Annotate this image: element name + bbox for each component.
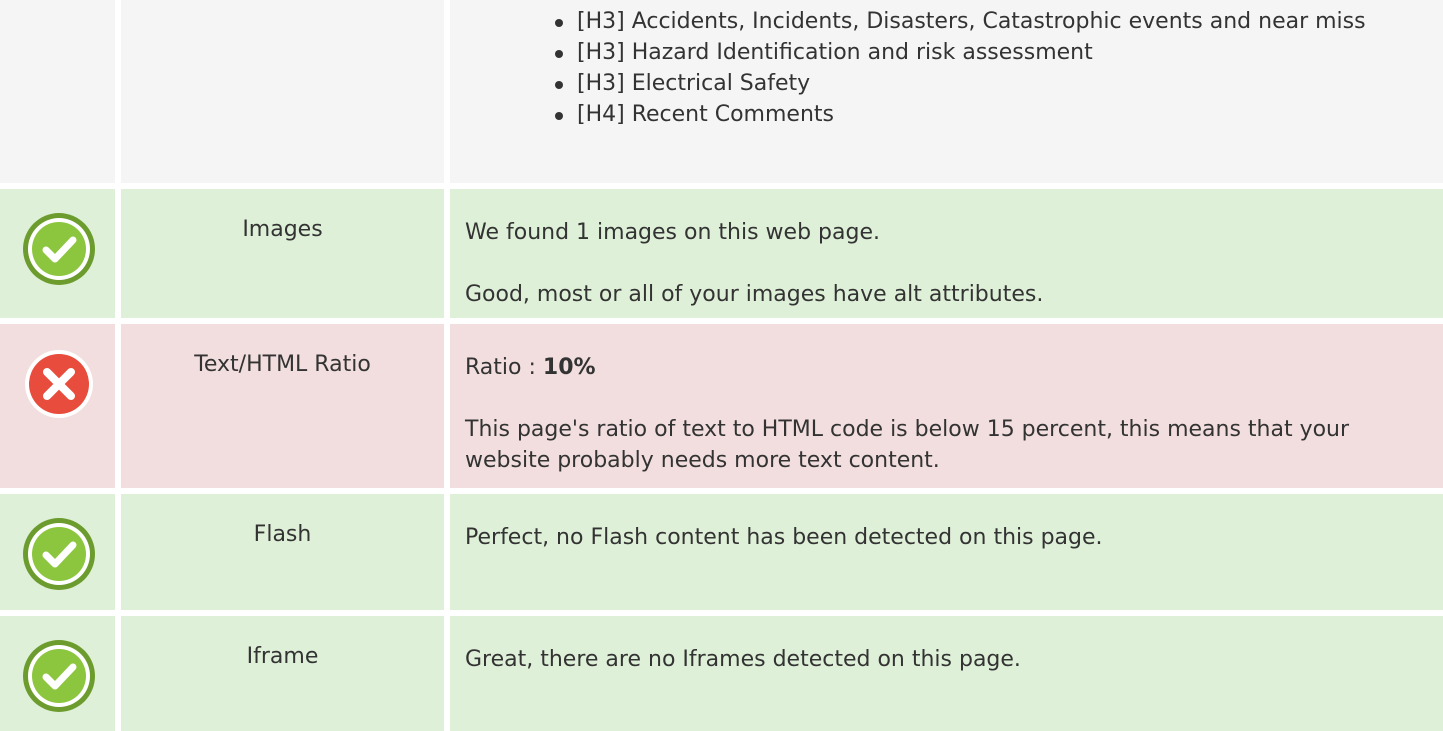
heading-item: [H4] Recent Comments [551,99,1429,130]
heading-item: [H3] Electrical Safety [551,68,1429,99]
ratio-label: Text/HTML Ratio [121,324,444,488]
check-circle-icon [23,518,95,590]
flash-icon-cell [0,494,115,610]
headings-row: [H3] Accidents, Incidents, Disasters, Ca… [0,0,1443,183]
headings-label-cell [121,0,444,183]
ratio-prefix: Ratio : [465,355,543,380]
ratio-icon-cell [0,324,115,488]
images-row: Images We found 1 images on this web pag… [0,189,1443,318]
iframe-icon-cell [0,616,115,731]
iframe-desc: Great, there are no Iframes detected on … [450,616,1443,731]
images-desc: We found 1 images on this web page. Good… [450,189,1443,318]
headings-list: [H3] Accidents, Incidents, Disasters, Ca… [465,6,1429,130]
headings-icon-cell [0,0,115,183]
ratio-message: This page's ratio of text to HTML code i… [465,417,1350,473]
images-alt-text: Good, most or all of your images have al… [465,282,1044,307]
check-circle-icon [23,640,95,712]
ratio-desc: Ratio : 10% This page's ratio of text to… [450,324,1443,488]
heading-item: [H3] Accidents, Incidents, Disasters, Ca… [551,6,1429,37]
heading-item: [H3] Hazard Identification and risk asse… [551,37,1429,68]
iframe-label: Iframe [121,616,444,731]
iframe-row: Iframe Great, there are no Iframes detec… [0,616,1443,731]
flash-row: Flash Perfect, no Flash content has been… [0,494,1443,610]
flash-desc: Perfect, no Flash content has been detec… [450,494,1443,610]
iframe-message: Great, there are no Iframes detected on … [465,647,1021,672]
ratio-line: Ratio : 10% [465,352,1429,383]
error-circle-icon [25,350,93,418]
images-label: Images [121,189,444,318]
flash-label: Flash [121,494,444,610]
flash-message: Perfect, no Flash content has been detec… [465,525,1103,550]
headings-desc-cell: [H3] Accidents, Incidents, Disasters, Ca… [450,0,1443,183]
check-circle-icon [23,213,95,285]
ratio-value: 10% [542,355,596,380]
images-count-text: We found 1 images on this web page. [465,220,880,245]
images-icon-cell [0,189,115,318]
ratio-row: Text/HTML Ratio Ratio : 10% This page's … [0,324,1443,488]
